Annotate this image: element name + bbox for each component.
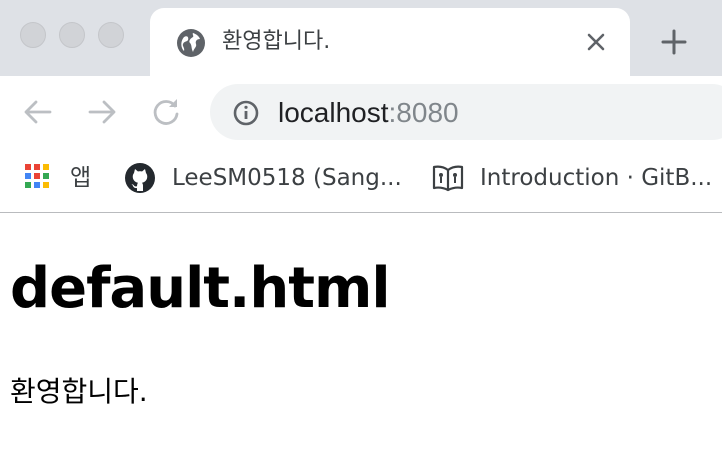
tab-title: 환영합니다.: [222, 29, 331, 54]
bookmark-gitbook[interactable]: Introduction · GitB...: [432, 160, 722, 196]
close-icon[interactable]: [582, 28, 610, 56]
reload-icon[interactable]: [148, 94, 184, 130]
url-port: :8080: [388, 97, 459, 128]
browser-tab-active[interactable]: 환영합니다.: [150, 8, 630, 76]
bookmark-github-label: LeeSM0518 (Sang...: [172, 165, 402, 191]
page-content: default.html 환영합니다.: [0, 214, 722, 472]
bookmarks-bar: 앱 LeeSM0518 (Sang... Introduction · GitB…: [0, 148, 722, 213]
github-icon: [125, 163, 155, 193]
bookmark-github[interactable]: LeeSM0518 (Sang...: [124, 160, 414, 196]
arrow-left-icon[interactable]: [20, 94, 56, 130]
close-window-button[interactable]: [20, 22, 46, 48]
arrow-right-icon[interactable]: [84, 94, 120, 130]
tab-strip: 환영합니다.: [0, 0, 722, 76]
page-paragraph: 환영합니다.: [10, 375, 148, 408]
maximize-window-button[interactable]: [98, 22, 124, 48]
globe-icon: [177, 29, 205, 57]
url-host: localhost: [278, 97, 389, 128]
page-heading: default.html: [10, 256, 391, 321]
bookmark-apps[interactable]: 앱: [24, 160, 104, 196]
url-text: localhost:8080: [278, 96, 459, 130]
bookmark-apps-label: 앱: [70, 165, 92, 191]
book-icon: [432, 165, 464, 192]
info-icon[interactable]: [232, 99, 260, 127]
minimize-window-button[interactable]: [59, 22, 85, 48]
address-bar[interactable]: localhost:8080: [210, 84, 722, 140]
plus-icon[interactable]: [658, 26, 690, 58]
bookmark-gitbook-label: Introduction · GitB...: [480, 165, 713, 191]
browser-toolbar: localhost:8080: [0, 76, 722, 148]
apps-grid-icon: [25, 164, 49, 188]
